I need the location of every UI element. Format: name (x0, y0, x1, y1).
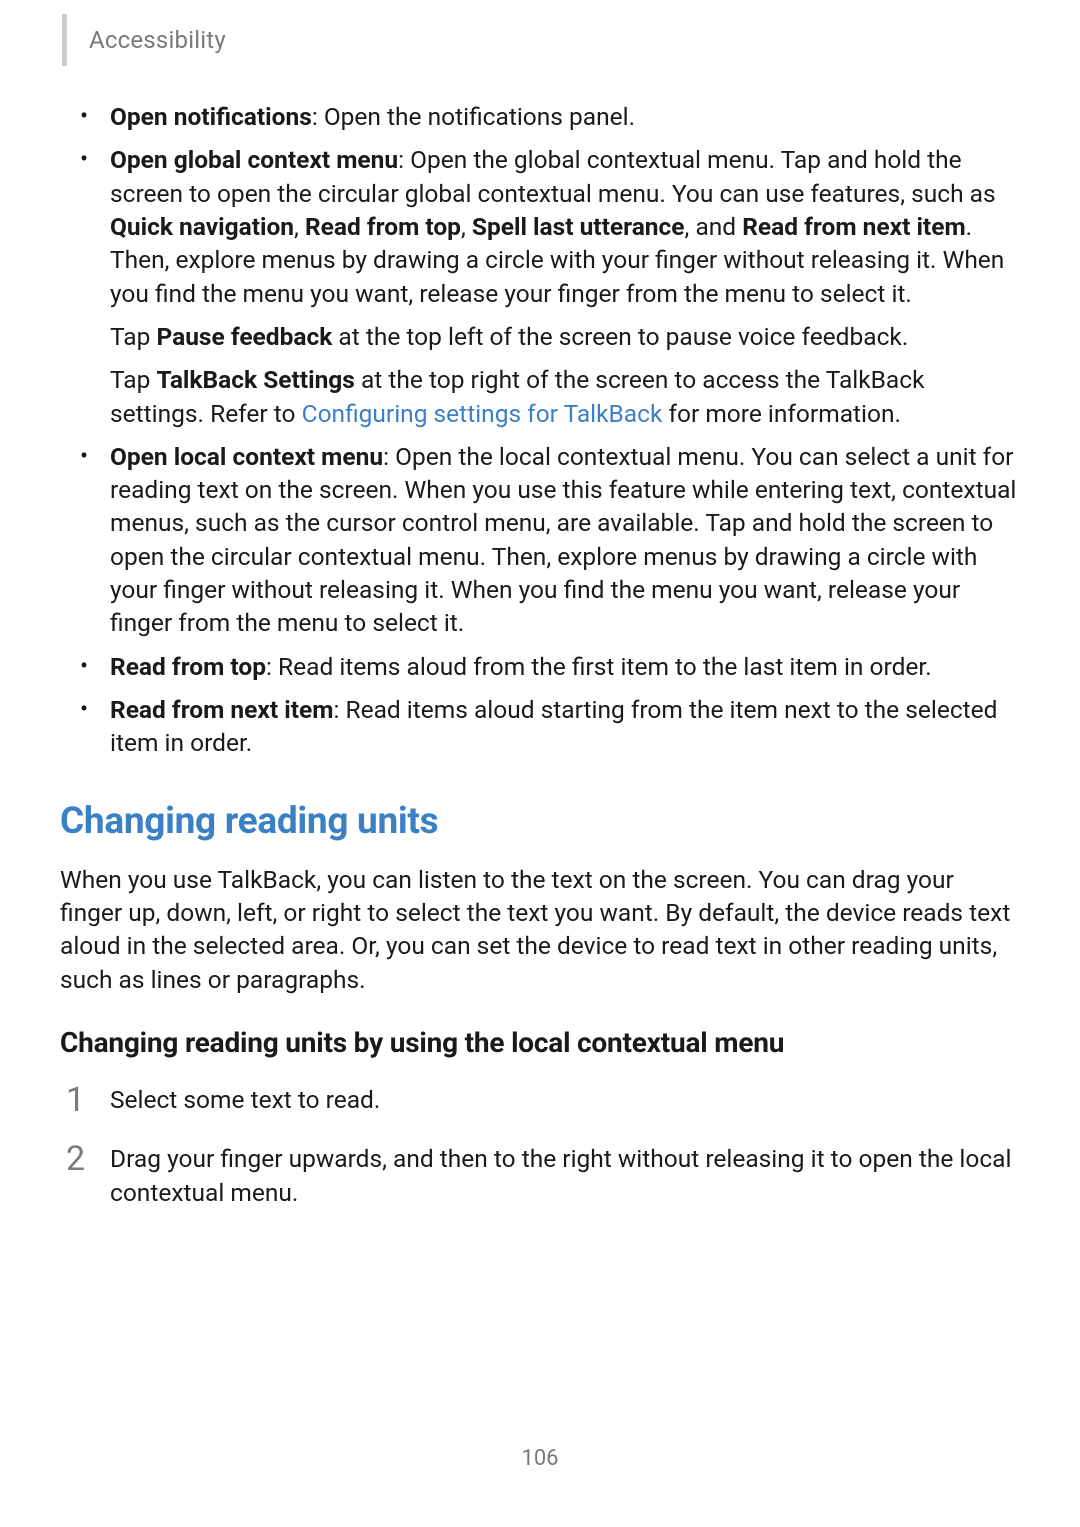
header-divider (62, 14, 67, 66)
text: , (294, 212, 305, 241)
text: Tap (110, 322, 156, 351)
bullet-text: : Open the local contextual menu. You ca… (110, 442, 1016, 638)
text: , (461, 212, 472, 241)
step-text: Drag your finger upwards, and then to th… (110, 1144, 1011, 1206)
text: for more information. (662, 399, 901, 428)
text: Tap (110, 365, 156, 394)
bullet-term: Open global context menu (110, 145, 398, 174)
sub-paragraph: Tap Pause feedback at the top left of th… (110, 320, 1020, 353)
bullet-term: Open local context menu (110, 442, 383, 471)
page-number: 106 (0, 1446, 1080, 1471)
ui-label: TalkBack Settings (156, 365, 354, 394)
bullet-text: : Read items aloud from the first item t… (266, 652, 932, 681)
bullet-open-local-context-menu: Open local context menu: Open the local … (60, 440, 1020, 640)
cross-reference-link[interactable]: Configuring settings for TalkBack (302, 399, 663, 428)
ui-label: Pause feedback (156, 322, 332, 351)
section-heading-changing-reading-units: Changing reading units (60, 800, 1020, 843)
bullet-open-global-context-menu: Open global context menu: Open the globa… (60, 143, 1020, 430)
step-number: 2 (66, 1136, 85, 1182)
bullet-open-notifications: Open notifications: Open the notificatio… (60, 100, 1020, 133)
bullet-term: Read from top (110, 652, 266, 681)
step-list: 1 Select some text to read. 2 Drag your … (60, 1083, 1020, 1209)
step-number: 1 (66, 1077, 85, 1123)
bullet-term: Open notifications (110, 102, 312, 131)
bullet-text: : Open the notifications panel. (312, 102, 635, 131)
bullet-read-from-top: Read from top: Read items aloud from the… (60, 650, 1020, 683)
step-text: Select some text to read. (110, 1085, 380, 1114)
body-paragraph: When you use TalkBack, you can listen to… (60, 863, 1020, 996)
sub-paragraph: Tap TalkBack Settings at the top right o… (110, 363, 1020, 430)
step-2: 2 Drag your finger upwards, and then to … (60, 1142, 1020, 1209)
section-breadcrumb: Accessibility (89, 26, 226, 54)
bullet-read-from-next-item: Read from next item: Read items aloud st… (60, 693, 1020, 760)
subsection-heading: Changing reading units by using the loca… (60, 1026, 1020, 1059)
feature-bullet-list: Open notifications: Open the notificatio… (60, 100, 1020, 760)
text: , and (685, 212, 743, 241)
step-1: 1 Select some text to read. (60, 1083, 1020, 1116)
feature-name: Quick navigation (110, 212, 294, 241)
page-header: Accessibility (0, 0, 226, 80)
text: at the top left of the screen to pause v… (332, 322, 908, 351)
bullet-term: Read from next item (110, 695, 333, 724)
feature-name: Spell last utterance (472, 212, 685, 241)
page-content: Open notifications: Open the notificatio… (60, 100, 1020, 1235)
feature-name: Read from top (305, 212, 461, 241)
feature-name: Read from next item (742, 212, 965, 241)
